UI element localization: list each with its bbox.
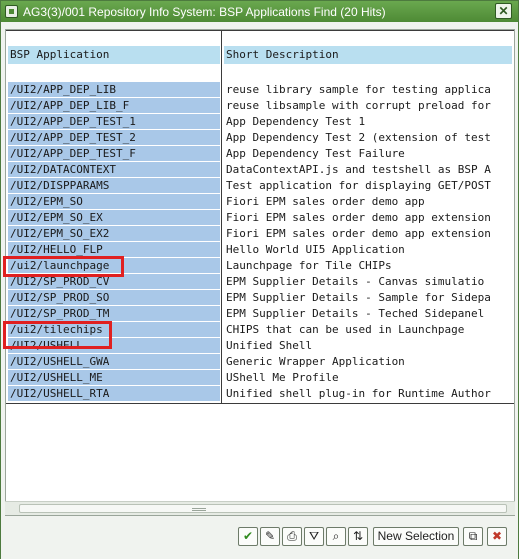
short-description-cell[interactable]: Fiori EPM sales order demo app extension [224,226,512,241]
cancel-button[interactable]: ✖ [487,527,507,546]
short-description-cell[interactable]: Generic Wrapper Application [224,354,512,369]
results-table: BSP Application Short Description /UI2/A… [3,29,515,516]
bsp-application-cell[interactable]: /UI2/USHELL_ME [8,370,220,385]
table-row[interactable]: /UI2/APP_DEP_LIB_F reuse libsample with c… [6,98,514,114]
title-bar: AG3(3)/001 Repository Info System: BSP A… [1,1,518,22]
horizontal-scrollbar[interactable] [5,501,515,515]
close-button[interactable]: ✕ [495,3,512,19]
table-row[interactable]: /UI2/SP_PROD_SO EPM Supplier Details - Sa… [6,290,514,306]
bsp-application-cell[interactable]: /UI2/APP_DEP_TEST_2 [8,130,220,145]
table-row[interactable]: /UI2/APP_DEP_LIB reuse library sample for… [6,82,514,98]
short-description-cell[interactable]: EPM Supplier Details - Teched Sidepanel [224,306,512,321]
bsp-application-cell[interactable]: /UI2/EPM_SO_EX [8,210,220,225]
bsp-application-cell[interactable]: /UI2/EPM_SO_EX2 [8,226,220,241]
bsp-application-cell[interactable]: /UI2/USHELL_GWA [8,354,220,369]
short-description-cell[interactable]: App Dependency Test 1 [224,114,512,129]
short-description-cell[interactable]: Hello World UI5 Application [224,242,512,257]
table-header: BSP Application Short Description [6,46,514,64]
window-title: AG3(3)/001 Repository Info System: BSP A… [23,5,386,19]
find-button[interactable]: ✎ [260,527,280,546]
short-description-cell[interactable]: UShell Me Profile [224,370,512,385]
bsp-application-cell[interactable]: /UI2/SP_PROD_TM [8,306,220,321]
highlight-box-launchpage [3,256,124,277]
short-description-cell[interactable]: CHIPS that can be used in Launchpage [224,322,512,337]
short-description-cell[interactable]: DataContextAPI.js and testshell as BSP A [224,162,512,177]
scrollbar-thumb[interactable] [19,504,507,513]
bsp-application-cell[interactable]: /UI2/APP_DEP_LIB_F [8,98,220,113]
bsp-application-cell[interactable]: /UI2/HELLO_FLP [8,242,220,257]
sort-button[interactable]: ⇅ [348,527,368,546]
table-row[interactable]: /UI2/APP_DEP_TEST_F App Dependency Test F… [6,146,514,162]
short-description-cell[interactable]: App Dependency Test 2 (extension of test [224,130,512,145]
bsp-application-cell[interactable]: /UI2/APP_DEP_LIB [8,82,220,97]
table-row[interactable]: /UI2/DISPPARAMS Test application for disp… [6,178,514,194]
short-description-cell[interactable]: EPM Supplier Details - Canvas simulatio [224,274,512,289]
short-description-cell[interactable]: EPM Supplier Details - Sample for Sidepa [224,290,512,305]
table-body: /UI2/APP_DEP_LIB reuse library sample for… [6,82,514,402]
table-row[interactable]: /UI2/SP_PROD_TM EPM Supplier Details - Te… [6,306,514,322]
short-description-cell[interactable]: Unified Shell [224,338,512,353]
short-description-cell[interactable]: Test application for displaying GET/POST [224,178,512,193]
table-row[interactable]: /UI2/APP_DEP_TEST_2 App Dependency Test 2… [6,130,514,146]
table-bottom-border [6,403,514,404]
short-description-cell[interactable]: Fiori EPM sales order demo app [224,194,512,209]
print-button[interactable]: ⎙ [282,527,302,546]
short-description-cell[interactable]: Unified shell plug-in for Runtime Author [224,386,512,401]
copy-button[interactable]: ⧉ [463,527,483,546]
bsp-application-cell[interactable]: /UI2/DISPPARAMS [8,178,220,193]
table-row[interactable]: /UI2/EPM_SO Fiori EPM sales order demo ap… [6,194,514,210]
short-description-cell[interactable]: App Dependency Test Failure [224,146,512,161]
table-row[interactable]: /UI2/USHELL_ME UShell Me Profile [6,370,514,386]
table-row[interactable]: /UI2/EPM_SO_EX Fiori EPM sales order demo… [6,210,514,226]
table-top-border [6,30,514,31]
dialog-toolbar: ✔ ✎ ⎙ ⛛ ⌕ ⇅ New Selection ⧉ ✖ [1,519,518,559]
filter-button[interactable]: ⛛ [304,527,324,546]
bsp-application-cell[interactable]: /UI2/EPM_SO [8,194,220,209]
confirm-button[interactable]: ✔ [238,527,258,546]
short-description-cell[interactable]: reuse libsample with corrupt preload for [224,98,512,113]
short-description-cell[interactable]: Fiori EPM sales order demo app extension [224,210,512,225]
table-row[interactable]: /UI2/EPM_SO_EX2 Fiori EPM sales order dem… [6,226,514,242]
table-row[interactable]: /UI2/USHELL_RTA Unified shell plug-in for… [6,386,514,402]
repository-info-dialog: AG3(3)/001 Repository Info System: BSP A… [0,0,519,559]
bsp-application-cell[interactable]: /UI2/APP_DEP_TEST_1 [8,114,220,129]
new-selection-button[interactable]: New Selection [373,527,459,546]
find-next-button[interactable]: ⌕ [326,527,346,546]
short-description-cell[interactable]: Launchpage for Tile CHIPs [224,258,512,273]
highlight-box-tilechips-ushell [3,321,112,349]
bsp-application-cell[interactable]: /UI2/SP_PROD_SO [8,290,220,305]
column-header-bsp-application[interactable]: BSP Application [8,46,220,64]
bsp-application-cell[interactable]: /UI2/DATACONTEXT [8,162,220,177]
table-row[interactable]: /UI2/DATACONTEXT DataContextAPI.js and te… [6,162,514,178]
table-row[interactable]: /UI2/APP_DEP_TEST_1 App Dependency Test 1 [6,114,514,130]
window-menu-icon[interactable] [5,5,18,18]
bsp-application-cell[interactable]: /UI2/USHELL_RTA [8,386,220,401]
short-description-cell[interactable]: reuse library sample for testing applica [224,82,512,97]
bsp-application-cell[interactable]: /UI2/APP_DEP_TEST_F [8,146,220,161]
column-header-short-description[interactable]: Short Description [224,46,512,64]
scrollbar-grip [192,508,206,511]
table-row[interactable]: /UI2/USHELL_GWA Generic Wrapper Applicati… [6,354,514,370]
